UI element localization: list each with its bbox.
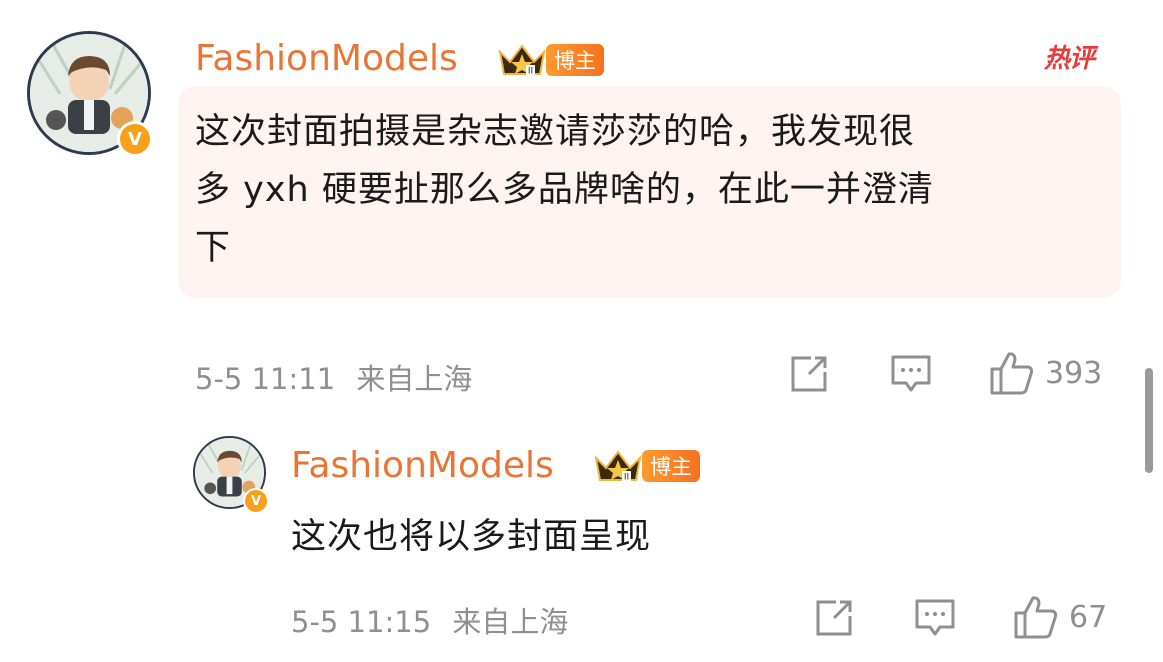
crown-icon: II: [498, 44, 546, 77]
comment-icon: [891, 355, 931, 392]
reply-text[interactable]: 这次也将以多封面呈现: [291, 508, 1111, 566]
blogger-tag: 博主: [546, 44, 604, 76]
reply-comment-button[interactable]: [914, 598, 956, 638]
share-icon: [816, 600, 852, 636]
reply-location: 来自上海: [452, 605, 569, 639]
verified-badge-icon: V: [117, 121, 153, 157]
comment-meta: 5-5 11:11 来自上海: [195, 356, 472, 398]
svg-text:II: II: [624, 473, 629, 483]
share-icon: [791, 356, 827, 392]
crown-icon: II: [594, 450, 642, 483]
blogger-tag: 博主: [642, 450, 700, 482]
comment-line: 下: [195, 228, 232, 268]
comment-line: 多 yxh 硬要扯那么多品牌啥的，在此一并澄清: [195, 170, 934, 210]
like-count: 67: [1069, 599, 1108, 635]
share-button[interactable]: [789, 354, 829, 394]
comment-line: 这次封面拍摄是杂志邀请莎莎的哈，我发现很: [195, 112, 916, 152]
reply-username[interactable]: FashionModels: [291, 445, 554, 486]
like-count: 393: [1045, 355, 1103, 391]
reply-avatar[interactable]: V: [193, 436, 269, 514]
avatar[interactable]: V: [27, 31, 153, 157]
reply-like-button[interactable]: 67: [1013, 594, 1107, 640]
reply-share-button[interactable]: [814, 598, 854, 638]
username[interactable]: FashionModels: [195, 38, 458, 79]
reply-meta: 5-5 11:15 来自上海: [291, 599, 568, 641]
reply-time: 5-5 11:15: [291, 605, 432, 639]
hot-comment-badge: 热评: [1044, 44, 1095, 74]
svg-text:II: II: [528, 67, 533, 77]
verified-badge-icon: V: [243, 488, 269, 514]
thumbs-up-icon: [990, 352, 1034, 395]
comment-time: 5-5 11:11: [195, 362, 336, 396]
comment-text[interactable]: 这次封面拍摄是杂志邀请莎莎的哈，我发现很 多 yxh 硬要扯那么多品牌啥的，在此…: [195, 103, 1105, 277]
comment-location: 来自上海: [356, 362, 473, 396]
comment-button[interactable]: [890, 354, 932, 394]
thumbs-up-icon: [1014, 596, 1058, 639]
comment-icon: [915, 599, 955, 636]
like-button[interactable]: 393: [989, 350, 1102, 396]
scrollbar[interactable]: [1145, 368, 1153, 473]
